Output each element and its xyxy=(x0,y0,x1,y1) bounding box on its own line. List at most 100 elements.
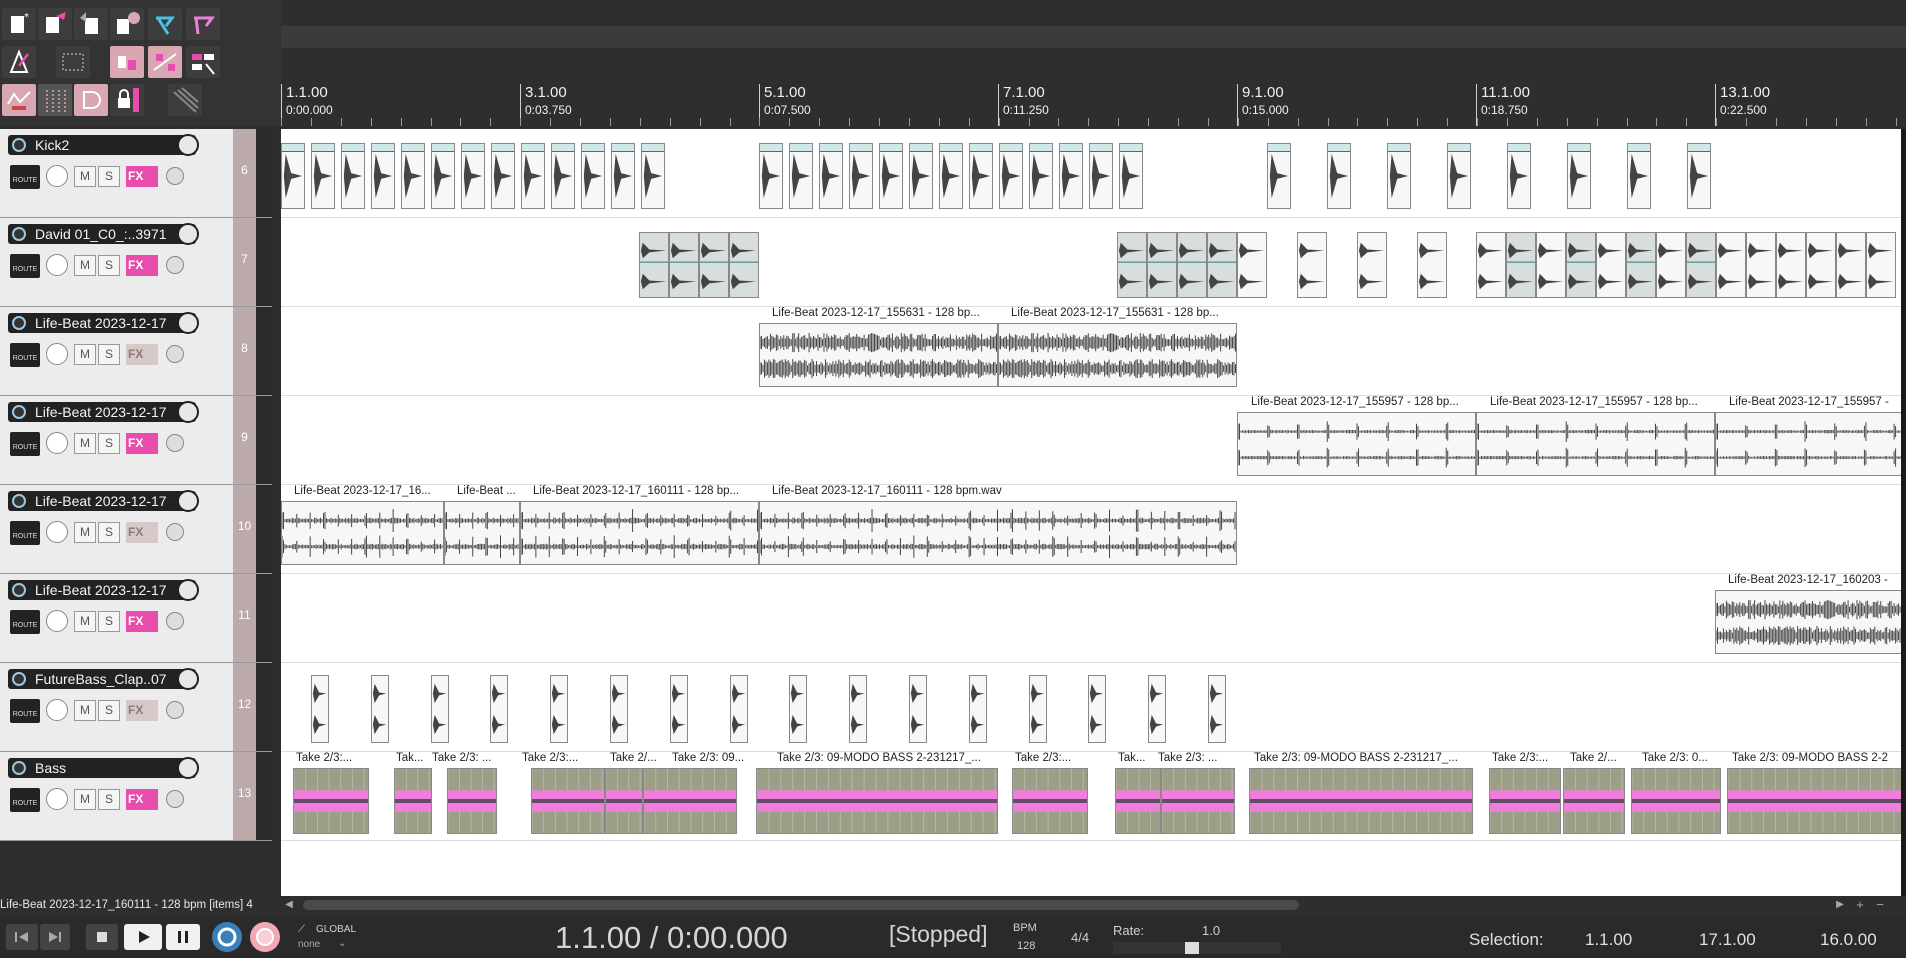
audio-item[interactable] xyxy=(1447,143,1471,209)
timeline-ruler[interactable]: 1.1.00 0:00.000 3.1.00 0:03.750 5.1.00 0:07… xyxy=(281,68,1906,126)
volume-knob-icon[interactable] xyxy=(177,134,199,156)
audio-item[interactable] xyxy=(1119,143,1143,209)
audio-item[interactable] xyxy=(1115,768,1161,834)
marker-lane[interactable] xyxy=(281,58,1906,68)
fx-button[interactable]: FX xyxy=(126,433,158,454)
audio-item[interactable] xyxy=(1417,232,1447,298)
grid-toggle-icon[interactable] xyxy=(56,46,90,78)
audio-item[interactable] xyxy=(447,768,497,834)
audio-item[interactable] xyxy=(1715,590,1901,654)
volume-knob-icon[interactable] xyxy=(177,223,199,245)
go-to-start-button[interactable] xyxy=(6,924,38,950)
mute-button[interactable]: M xyxy=(74,522,96,543)
volume-knob-icon[interactable] xyxy=(177,668,199,690)
track-drag-handle[interactable] xyxy=(256,663,272,751)
track-panel[interactable]: Kick2 ROUTE M S FX 6 xyxy=(0,129,272,218)
audio-item[interactable] xyxy=(520,501,759,565)
open-project-icon[interactable] xyxy=(38,8,72,40)
track-number-column[interactable]: 7 xyxy=(233,218,256,306)
audio-item[interactable] xyxy=(1776,232,1806,298)
metronome-icon[interactable] xyxy=(2,46,36,78)
mute-button[interactable]: M xyxy=(74,166,96,187)
record-arm-icon[interactable] xyxy=(12,494,26,508)
audio-item[interactable] xyxy=(643,768,737,834)
new-project-icon[interactable]: * xyxy=(2,8,36,40)
fx-button[interactable]: FX xyxy=(126,611,158,632)
record-arm-icon[interactable] xyxy=(12,761,26,775)
audio-item[interactable] xyxy=(531,768,605,834)
track-number-column[interactable]: 8 xyxy=(233,307,256,395)
play-button[interactable] xyxy=(124,924,162,950)
audio-item[interactable] xyxy=(756,768,998,834)
audio-item[interactable] xyxy=(998,323,1237,387)
audio-item[interactable] xyxy=(605,768,643,834)
audio-item[interactable] xyxy=(789,675,808,743)
scroll-thumb[interactable] xyxy=(303,900,1299,910)
audio-item[interactable] xyxy=(1237,232,1267,298)
audio-item[interactable] xyxy=(550,675,569,743)
track-name-bar[interactable]: FutureBass_Clap..07 xyxy=(8,668,199,690)
fx-button[interactable]: FX xyxy=(126,789,158,810)
audio-item[interactable] xyxy=(1715,412,1901,476)
audio-item[interactable] xyxy=(1596,232,1626,298)
record-arm-icon[interactable] xyxy=(12,583,26,597)
fx-bypass-icon[interactable] xyxy=(166,612,184,630)
audio-item[interactable] xyxy=(879,143,903,209)
selection-start[interactable]: 1.1.00 xyxy=(1585,930,1632,950)
audio-item[interactable] xyxy=(849,675,868,743)
track-name[interactable]: Life-Beat 2023-12-17 xyxy=(35,404,175,420)
record-arm-icon[interactable] xyxy=(12,316,26,330)
track-panel[interactable]: Life-Beat 2023-12-17 ROUTE M S FX 10 xyxy=(0,485,272,574)
audio-item[interactable] xyxy=(1687,143,1711,209)
global-label[interactable]: GLOBAL xyxy=(316,924,356,935)
audio-item[interactable] xyxy=(729,232,759,298)
audio-item[interactable] xyxy=(1297,232,1327,298)
record-arm-icon[interactable] xyxy=(12,672,26,686)
audio-item[interactable] xyxy=(1387,143,1411,209)
route-button[interactable]: ROUTE xyxy=(10,343,40,367)
track-drag-handle[interactable] xyxy=(256,218,272,306)
audio-item[interactable] xyxy=(969,143,993,209)
audio-item[interactable] xyxy=(281,143,305,209)
fx-bypass-icon[interactable] xyxy=(166,256,184,274)
audio-item[interactable] xyxy=(491,143,515,209)
save-project-icon[interactable] xyxy=(74,8,108,40)
ripple-edit-icon[interactable] xyxy=(110,46,144,78)
fx-bypass-icon[interactable] xyxy=(166,523,184,541)
track-name-bar[interactable]: Life-Beat 2023-12-17 xyxy=(8,401,199,423)
solo-button[interactable]: S xyxy=(98,344,120,365)
audio-item[interactable] xyxy=(1716,232,1746,298)
pan-knob-icon[interactable] xyxy=(46,165,68,187)
automation-dropdown-icon[interactable]: ⌄ xyxy=(338,938,346,949)
fx-button[interactable]: FX xyxy=(126,700,158,721)
fx-bypass-icon[interactable] xyxy=(166,434,184,452)
audio-item[interactable] xyxy=(311,143,335,209)
audio-item[interactable] xyxy=(1746,232,1776,298)
volume-knob-icon[interactable] xyxy=(177,490,199,512)
track-drag-handle[interactable] xyxy=(256,396,272,484)
track-drag-handle[interactable] xyxy=(256,129,272,217)
time-signature[interactable]: 4/4 xyxy=(1071,930,1089,945)
fx-button[interactable]: FX xyxy=(126,166,158,187)
audio-item[interactable] xyxy=(1536,232,1566,298)
mute-button[interactable]: M xyxy=(74,789,96,810)
audio-item[interactable] xyxy=(341,143,365,209)
scroll-right-icon[interactable]: ▶ xyxy=(1834,899,1846,911)
fx-bypass-icon[interactable] xyxy=(166,167,184,185)
audio-item[interactable] xyxy=(1327,143,1351,209)
audio-item[interactable] xyxy=(444,501,520,565)
audio-item[interactable] xyxy=(1177,232,1207,298)
track-lane-10[interactable]: Life-Beat 2023-12-17_16... Life-Beat ...… xyxy=(281,485,1901,574)
audio-item[interactable] xyxy=(521,143,545,209)
audio-item[interactable] xyxy=(1566,232,1596,298)
audio-item[interactable] xyxy=(311,675,329,743)
zoom-in-icon[interactable]: + xyxy=(1854,898,1866,911)
audio-item[interactable] xyxy=(370,675,389,743)
audio-item[interactable] xyxy=(968,675,987,743)
route-button[interactable]: ROUTE xyxy=(10,788,40,812)
audio-item[interactable] xyxy=(639,232,669,298)
record-arm-icon[interactable] xyxy=(12,405,26,419)
pause-button[interactable] xyxy=(166,924,200,950)
pan-knob-icon[interactable] xyxy=(46,254,68,276)
route-button[interactable]: ROUTE xyxy=(10,432,40,456)
